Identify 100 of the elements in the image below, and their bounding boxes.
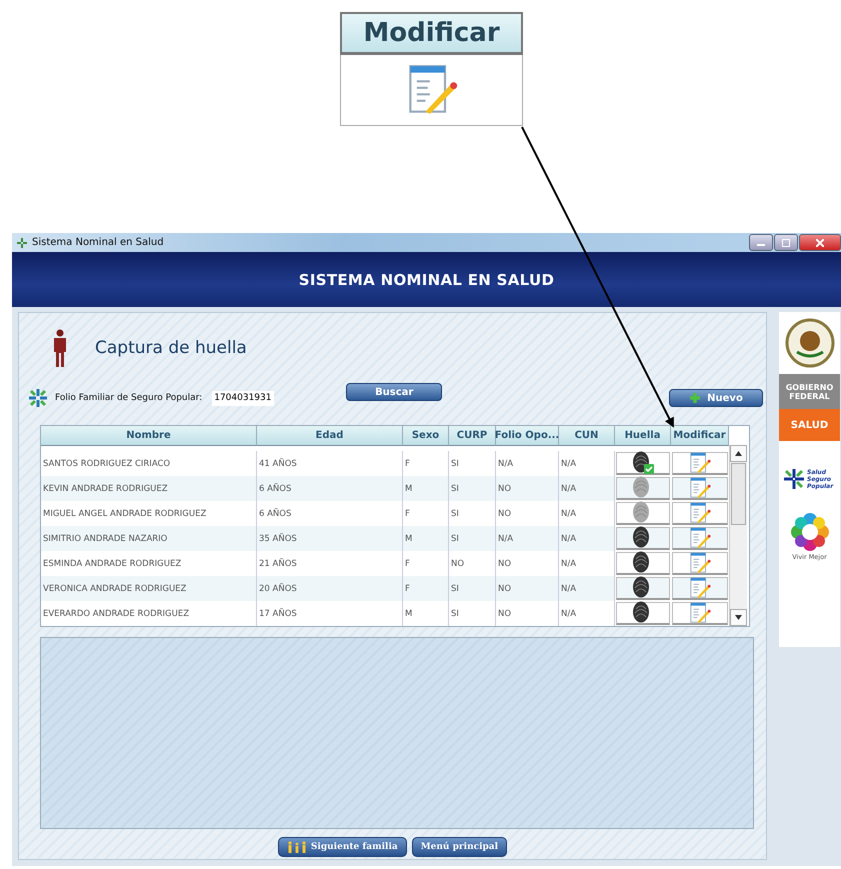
table-cell: 6 AÑOS xyxy=(257,476,403,501)
fingerprint-cell[interactable] xyxy=(616,477,670,500)
folio-field[interactable]: 1704031931 xyxy=(212,390,274,406)
table-cell: N/A xyxy=(559,526,615,551)
table-cell: N/A xyxy=(559,476,615,501)
column-header: Huella xyxy=(615,426,671,446)
family-icon xyxy=(286,841,307,853)
table-cell: SIMITRIO ANDRADE NAZARIO xyxy=(41,526,257,551)
edit-cell[interactable] xyxy=(672,577,728,600)
edit-cell[interactable] xyxy=(672,602,728,625)
maximize-icon xyxy=(782,238,790,246)
person-icon xyxy=(51,329,69,367)
fingerprint-cell[interactable] xyxy=(616,552,670,575)
table-cell: 41 AÑOS xyxy=(257,451,403,476)
edit-document-icon xyxy=(689,527,711,549)
edit-document-icon xyxy=(689,502,711,524)
table-cell: N/A xyxy=(559,451,615,476)
banner-title: SISTEMA NOMINAL EN SALUD xyxy=(298,270,554,288)
fingerprint-cell[interactable] xyxy=(616,452,670,475)
table-cell: M xyxy=(403,601,449,626)
next-family-button[interactable]: Siguiente familia xyxy=(278,837,407,857)
table-cell: SI xyxy=(449,476,496,501)
column-header: Folio Opo... xyxy=(496,426,559,446)
scroll-down-icon xyxy=(735,615,742,620)
page-title: Captura de huella xyxy=(95,338,247,358)
column-header: Sexo xyxy=(403,426,449,446)
edit-document-icon xyxy=(689,577,711,599)
table-cell: 21 AÑOS xyxy=(257,551,403,576)
app-icon xyxy=(27,387,49,409)
folio-label: Folio Familiar de Seguro Popular: xyxy=(55,393,202,403)
table-cell: ESMINDA ANDRADE RODRIGUEZ xyxy=(41,551,257,576)
table-cell: N/A xyxy=(559,576,615,601)
flower-logo-icon xyxy=(790,513,828,551)
table-cell: NO xyxy=(496,476,559,501)
table-cell: F xyxy=(403,551,449,576)
table-cell: NO xyxy=(496,501,559,526)
column-header: Edad xyxy=(257,426,403,446)
table-cell: N/A xyxy=(496,451,559,476)
close-icon xyxy=(816,238,824,246)
table-cell: KEVIN ANDRADE RODRIGUEZ xyxy=(41,476,257,501)
edit-cell[interactable] xyxy=(672,552,728,575)
edit-document-icon xyxy=(689,477,711,499)
column-header: CURP xyxy=(449,426,496,446)
government-logo: GOBIERNO FEDERAL xyxy=(779,374,840,409)
close-button[interactable] xyxy=(799,234,841,251)
table-cell: N/A xyxy=(559,501,615,526)
table-cell: 35 AÑOS xyxy=(257,526,403,551)
table-cell: N/A xyxy=(496,526,559,551)
table-cell: F xyxy=(403,451,449,476)
edit-document-icon xyxy=(689,552,711,574)
column-header: Nombre xyxy=(41,426,257,446)
edit-document-icon xyxy=(689,602,711,624)
table-cell: EVERARDO ANDRADE RODRIGUEZ xyxy=(41,601,257,626)
edit-cell[interactable] xyxy=(672,477,728,500)
table-cell: NO xyxy=(496,601,559,626)
scrollbar[interactable] xyxy=(729,445,747,626)
edit-cell[interactable] xyxy=(672,452,728,475)
fingerprint-cell[interactable] xyxy=(616,602,670,625)
program-logo-icon xyxy=(782,467,806,491)
minimize-button[interactable] xyxy=(749,234,773,251)
table-cell: 17 AÑOS xyxy=(257,601,403,626)
table-cell: F xyxy=(403,501,449,526)
new-button[interactable]: Nuevo xyxy=(669,389,763,407)
table-cell: SI xyxy=(449,526,496,551)
fingerprint-cell[interactable] xyxy=(616,577,670,600)
table-cell: NO xyxy=(496,576,559,601)
table-cell: 20 AÑOS xyxy=(257,576,403,601)
main-menu-button[interactable]: Menú principal xyxy=(412,837,508,857)
edit-cell[interactable] xyxy=(340,55,523,126)
table-cell: N/A xyxy=(559,601,615,626)
table-cell: SANTOS RODRIGUEZ CIRIACO xyxy=(41,451,257,476)
table-cell: F xyxy=(403,576,449,601)
table-cell: SI xyxy=(449,451,496,476)
seal-drawing xyxy=(784,318,834,368)
maximize-button[interactable] xyxy=(774,234,798,251)
scroll-up-icon xyxy=(735,451,742,456)
table-cell: NO xyxy=(496,551,559,576)
edit-cell[interactable] xyxy=(672,527,728,550)
window-title: Sistema Nominal en Salud xyxy=(32,237,164,248)
column-header: Modificar xyxy=(340,12,523,55)
table-cell: NO xyxy=(449,551,496,576)
table-cell: 6 AÑOS xyxy=(257,501,403,526)
ministry-logo: SALUD xyxy=(779,409,840,441)
app-icon xyxy=(16,236,28,248)
column-header: Modificar xyxy=(671,426,729,446)
edit-cell[interactable] xyxy=(672,502,728,525)
table-cell: M xyxy=(403,476,449,501)
column-header: CUN xyxy=(559,426,615,446)
edit-document-icon xyxy=(689,452,711,474)
fingerprint-cell[interactable] xyxy=(616,527,670,550)
fingerprint-cell[interactable] xyxy=(616,502,670,525)
table-cell: N/A xyxy=(559,551,615,576)
search-button[interactable]: Buscar xyxy=(346,383,442,401)
verified-fingerprint-icon xyxy=(632,451,654,475)
table-cell: MIGUEL ANGEL ANDRADE RODRIGUEZ xyxy=(41,501,257,526)
table-cell: SI xyxy=(449,576,496,601)
table-cell: SI xyxy=(449,601,496,626)
table-cell: M xyxy=(403,526,449,551)
table-cell: VERONICA ANDRADE RODRIGUEZ xyxy=(41,576,257,601)
plus-icon xyxy=(689,392,702,404)
